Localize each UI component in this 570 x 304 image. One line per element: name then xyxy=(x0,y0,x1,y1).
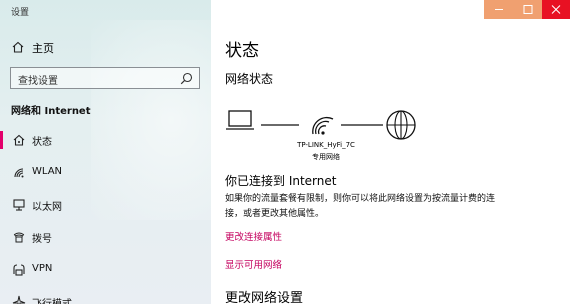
sidebar-item-home-label: 主页 xyxy=(32,42,54,55)
sidebar-item-label: 拨号 xyxy=(32,234,52,245)
network-status-heading: 网络状态 xyxy=(225,72,274,86)
maximize-button[interactable] xyxy=(514,0,542,19)
sidebar-item-vpn[interactable]: VPN xyxy=(0,258,211,282)
change-network-settings-heading: 更改网络设置 xyxy=(225,291,304,304)
main-panel: 状态 网络状态 TP-LINK_HyFi_7C 专用网络 你已连接到 Inter… xyxy=(211,0,570,304)
wifi-icon xyxy=(14,168,24,178)
sidebar-item-status[interactable]: 状态 xyxy=(0,128,211,152)
vpn-icon xyxy=(13,264,25,276)
globe-icon xyxy=(386,110,416,140)
show-available-networks-link[interactable]: 显示可用网络 xyxy=(225,257,282,271)
network-type: 专用网络 xyxy=(312,153,340,161)
window-title: 设置 xyxy=(11,8,30,18)
sidebar-item-label: VPN xyxy=(32,263,53,274)
sidebar-item-wlan[interactable]: WLAN xyxy=(0,161,211,185)
ethernet-icon xyxy=(13,199,25,211)
page-title: 状态 xyxy=(225,41,259,61)
airplane-icon xyxy=(12,295,26,304)
connected-heading: 你已连接到 Internet xyxy=(225,174,337,188)
home-network-icon xyxy=(13,134,25,146)
maximize-icon xyxy=(523,5,533,14)
sidebar: 设置 主页 查找设置 网络和 Internet 状态 WLAN 以太网 拨号 V… xyxy=(0,0,211,304)
sidebar-item-label: 状态 xyxy=(32,137,52,148)
computer-icon xyxy=(226,110,254,130)
search-input[interactable]: 查找设置 xyxy=(10,67,200,89)
wifi-signal-icon xyxy=(312,116,334,135)
connection-description: 如果你的流量套餐有限制，则你可以将此网络设置为按流量计费的连接，或者更改其他属性… xyxy=(225,194,496,219)
sidebar-item-airplane[interactable]: 飞行模式 xyxy=(0,290,211,304)
network-ssid: TP-LINK_HyFi_7C xyxy=(297,141,355,149)
close-icon xyxy=(551,5,561,14)
minimize-button[interactable] xyxy=(484,0,514,19)
home-icon xyxy=(12,41,24,53)
minimize-icon xyxy=(495,9,503,10)
sidebar-item-label: 以太网 xyxy=(32,202,62,213)
search-icon[interactable] xyxy=(180,72,193,85)
sidebar-item-ethernet[interactable]: 以太网 xyxy=(0,193,211,217)
search-placeholder: 查找设置 xyxy=(18,76,58,87)
sidebar-item-home[interactable]: 主页 xyxy=(0,36,211,58)
sidebar-item-dialup[interactable]: 拨号 xyxy=(0,225,211,249)
sidebar-item-label: 飞行模式 xyxy=(32,295,72,304)
change-connection-properties-link[interactable]: 更改连接属性 xyxy=(225,229,282,243)
close-button[interactable] xyxy=(542,0,570,19)
sidebar-section-title: 网络和 Internet xyxy=(11,106,91,117)
dialup-icon xyxy=(13,232,25,243)
sidebar-item-label: WLAN xyxy=(32,166,63,177)
